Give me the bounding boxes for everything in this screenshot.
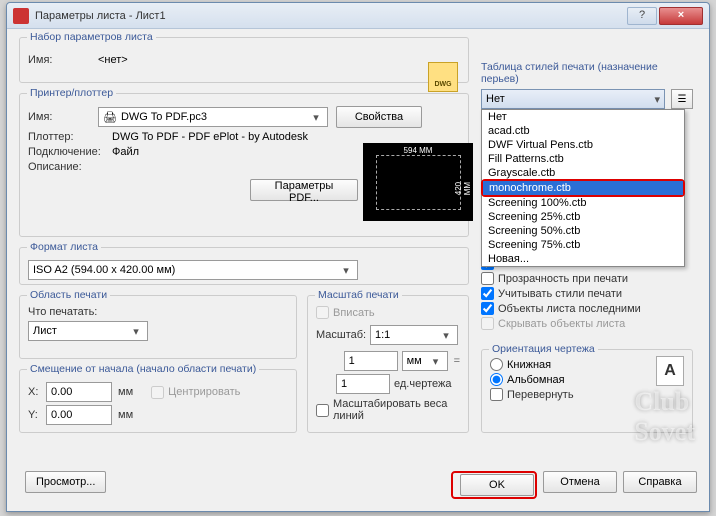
styletable-legend: Таблица стилей печати (назначение перьев… (481, 61, 693, 85)
chevron-down-icon: ▾ (439, 329, 453, 342)
what-label: Что печатать: (28, 306, 288, 318)
paper-preview: 594 MM 420 MM (363, 143, 473, 221)
styletable-option[interactable]: Grayscale.ctb (482, 166, 684, 180)
dialog-content: Набор параметров листа Имя: <нет> DWG Пр… (11, 31, 705, 507)
paper-size-combo[interactable]: ISO A2 (594.00 x 420.00 мм)▾ (28, 260, 358, 280)
pageset-name-label: Имя: (28, 54, 98, 66)
scale-group: Масштаб печати Вписать Масштаб: 1:1▾ мм▾… (307, 295, 469, 433)
styletable-option[interactable]: DWF Virtual Pens.ctb (482, 138, 684, 152)
styletable-edit-button[interactable]: ☰ (671, 89, 693, 109)
what-combo[interactable]: Лист▾ (28, 321, 148, 341)
dwg-icon: DWG (428, 62, 458, 92)
printer-properties-button[interactable]: Свойства (336, 106, 422, 128)
app-icon (13, 8, 29, 24)
area-group: Область печати Что печатать: Лист▾ (19, 295, 297, 359)
chevron-down-icon: ▾ (339, 264, 353, 277)
page-setup-dialog: Параметры листа - Лист1 ? × Набор параме… (6, 2, 710, 512)
printer-legend: Принтер/плоттер (27, 87, 116, 99)
printer-name-label: Имя: (28, 111, 98, 123)
chevron-down-icon: ▾ (654, 93, 660, 106)
orient-group: Ориентация чертежа Книжная Альбомная Пер… (481, 349, 693, 433)
titlebar[interactable]: Параметры листа - Лист1 ? × (7, 3, 709, 29)
offset-group: Смещение от начала (начало области печат… (19, 369, 297, 433)
cancel-button[interactable]: Отмена (543, 471, 617, 493)
pageset-name-value: <нет> (98, 54, 128, 66)
window-title: Параметры листа - Лист1 (35, 10, 625, 22)
plotter-value: DWG To PDF - PDF ePlot - by Autodesk (112, 131, 308, 143)
orient-portrait[interactable]: Книжная (490, 358, 656, 371)
styletable-option[interactable]: Screening 75%.ctb (482, 238, 684, 252)
preview-height: 420 MM (454, 169, 472, 196)
offset-y-label: Y: (28, 409, 46, 421)
styletable-option[interactable]: Fill Patterns.ctb (482, 152, 684, 166)
preview-width: 594 MM (404, 146, 433, 155)
pageset-group: Набор параметров листа Имя: <нет> DWG (19, 37, 469, 83)
styletable-dropdown-list[interactable]: Нетacad.ctbDWF Virtual Pens.ctbFill Patt… (481, 109, 685, 267)
styletable-option[interactable]: Нет (482, 110, 684, 124)
paper-legend: Формат листа (27, 241, 101, 253)
scale-den-input[interactable] (336, 374, 390, 394)
opt-transparency[interactable]: Прозрачность при печати (481, 272, 693, 285)
orient-legend: Ориентация чертежа (489, 343, 598, 355)
scale-weights-checkbox[interactable]: Масштабировать веса линий (316, 398, 460, 422)
plotter-label: Плоттер: (28, 131, 112, 143)
orientation-icon: A (656, 356, 684, 386)
styletable-option[interactable]: Screening 100%.ctb (482, 196, 684, 210)
pdf-params-button[interactable]: Параметры PDF... (250, 179, 358, 201)
description-label: Описание: (28, 161, 112, 173)
opt-hide: Скрывать объекты листа (481, 317, 693, 330)
preview-button[interactable]: Просмотр... (25, 471, 106, 493)
offset-x-label: X: (28, 386, 46, 398)
styletable-option[interactable]: acad.ctb (482, 124, 684, 138)
fit-checkbox: Вписать (316, 306, 460, 319)
dialog-footer: Просмотр... OK Отмена Справка (19, 471, 697, 499)
scale-unit-combo[interactable]: мм▾ (402, 351, 448, 371)
opt-last[interactable]: Объекты листа последними (481, 302, 693, 315)
scale-den-unit: ед.чертежа (394, 378, 460, 390)
chevron-down-icon: ▾ (309, 111, 323, 124)
printer-name-combo[interactable]: 🖨DWG To PDF.pc3 ▾ (98, 107, 328, 127)
offset-x-input[interactable] (46, 382, 112, 402)
ok-button[interactable]: OK (460, 474, 534, 496)
area-legend: Область печати (27, 289, 110, 301)
paper-group: Формат листа ISO A2 (594.00 x 420.00 мм)… (19, 247, 469, 285)
opt-styles[interactable]: Учитывать стили печати (481, 287, 693, 300)
pageset-legend: Набор параметров листа (27, 31, 156, 43)
styletable-option[interactable]: Screening 50%.ctb (482, 224, 684, 238)
scale-combo[interactable]: 1:1▾ (370, 325, 458, 345)
styletable-option[interactable]: monochrome.ctb (483, 181, 683, 195)
scale-label: Масштаб: (316, 329, 370, 341)
equals-sign: = (454, 355, 460, 367)
orient-flip[interactable]: Перевернуть (490, 388, 656, 401)
close-button[interactable]: × (659, 7, 703, 25)
scale-num-input[interactable] (344, 351, 398, 371)
styletable-option[interactable]: Screening 25%.ctb (482, 210, 684, 224)
offset-y-unit: мм (118, 409, 133, 421)
orient-landscape[interactable]: Альбомная (490, 373, 656, 386)
scale-legend: Масштаб печати (315, 289, 402, 301)
offset-y-input[interactable] (46, 405, 112, 425)
offset-legend: Смещение от начала (начало области печат… (27, 363, 259, 375)
styletable-combo[interactable]: Нет▾ (481, 89, 665, 109)
offset-x-unit: мм (118, 386, 133, 398)
chevron-down-icon: ▾ (129, 325, 143, 338)
connection-value: Файл (112, 146, 139, 158)
help-button-footer[interactable]: Справка (623, 471, 697, 493)
center-checkbox: Центрировать (151, 386, 240, 399)
printer-type-icon: 🖨 (103, 111, 117, 124)
connection-label: Подключение: (28, 146, 112, 158)
styletable-option[interactable]: Новая... (482, 252, 684, 266)
help-button[interactable]: ? (627, 7, 657, 25)
styletable-section: Таблица стилей печати (назначение перьев… (481, 61, 693, 109)
